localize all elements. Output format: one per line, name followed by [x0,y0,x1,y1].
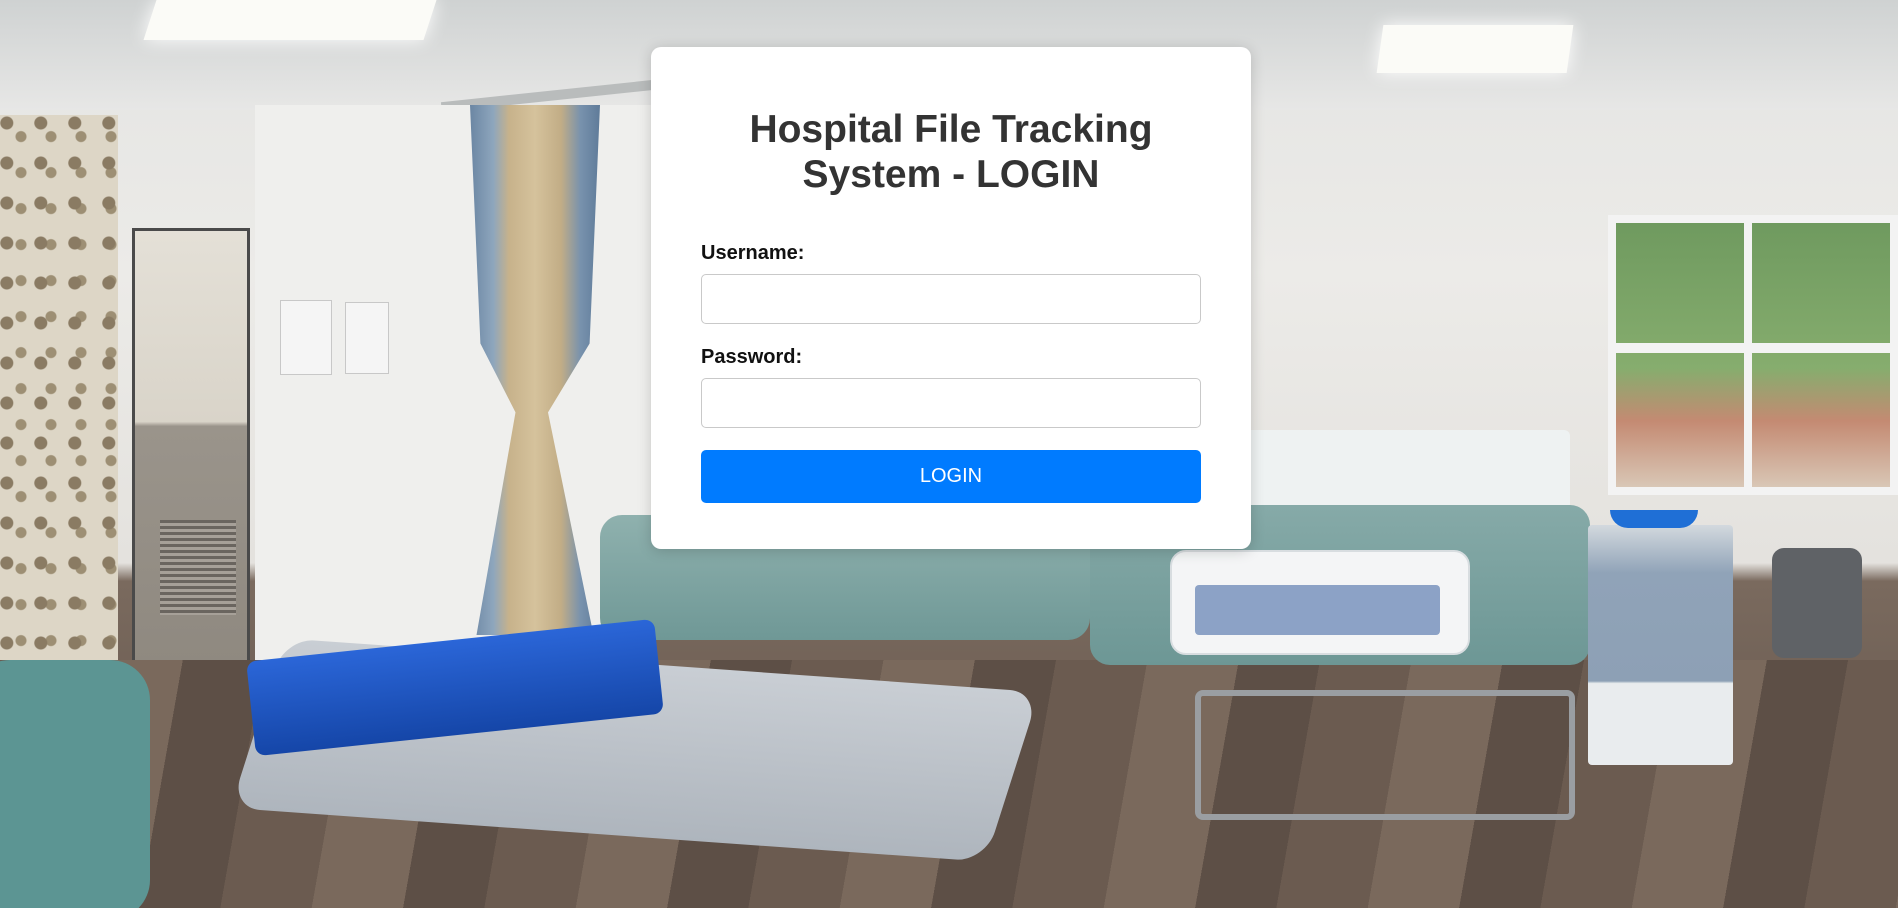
ceiling-light [143,0,437,40]
wall-sign [345,302,389,374]
bed-frame [1195,690,1575,820]
page-title: Hospital File Tracking System - LOGIN [749,108,1153,196]
bedside-cabinet [1588,525,1733,765]
door-vent [160,520,236,615]
bowl [1610,510,1698,528]
ceiling-light [1376,25,1574,73]
password-input[interactable] [701,378,1201,428]
password-label: Password: [701,346,803,368]
door [132,228,250,688]
login-button[interactable]: LOGIN [701,450,1201,503]
armchair [0,660,150,908]
window [1608,215,1898,495]
login-card: Hospital File Tracking System - LOGIN Us… [651,47,1251,549]
wallpaper [0,115,118,685]
bed-footboard-panel [1195,585,1440,635]
wall-sign [280,300,332,375]
username-input[interactable] [701,274,1201,324]
login-form: Username: Password: LOGIN [701,242,1201,503]
username-label: Username: [701,242,805,264]
chair [1772,548,1862,658]
